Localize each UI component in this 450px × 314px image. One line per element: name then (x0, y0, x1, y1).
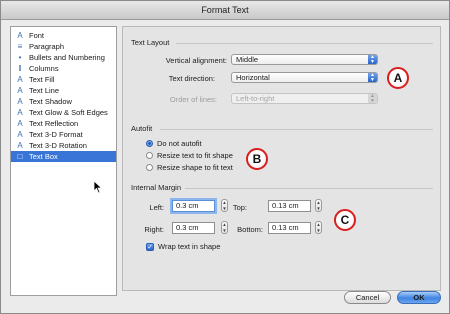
top-margin-field[interactable]: 0.13 cm (268, 200, 311, 212)
sidebar-item-text-box[interactable]: □ Text Box (11, 151, 116, 162)
sidebar-item-text-fill[interactable]: A Text Fill (11, 74, 116, 85)
text-shadow-icon: A (17, 97, 23, 106)
text-layout-heading: Text Layout (131, 38, 170, 47)
sidebar-item-label: Text 3-D Format (29, 130, 83, 139)
text-3d-format-icon: A (17, 130, 23, 139)
internal-margin-heading: Internal Margin (131, 183, 182, 192)
right-margin-label: Right: (144, 225, 164, 234)
ok-button[interactable]: OK (397, 291, 441, 304)
paragraph-icon: ≡ (17, 42, 23, 51)
callout-a: A (387, 67, 409, 89)
text-direction-select[interactable]: Horizontal ▲ ▼ (231, 72, 378, 83)
callout-c: C (334, 209, 356, 231)
sidebar-item-paragraph[interactable]: ≡ Paragraph (11, 41, 116, 52)
sidebar-item-label: Text Box (29, 152, 58, 161)
text-direction-value: Horizontal (236, 73, 270, 82)
section-divider (185, 188, 433, 189)
top-margin-label: Top: (232, 203, 247, 212)
radio-indicator (146, 140, 153, 147)
sidebar-item-text-shadow[interactable]: A Text Shadow (11, 96, 116, 107)
autofit-heading: Autofit (131, 124, 153, 133)
font-icon: A (17, 31, 23, 40)
sidebar-item-label: Font (29, 31, 45, 40)
sidebar-item-label: Text Line (29, 86, 60, 95)
stepper-arrows-icon: ▲ ▼ (368, 94, 377, 103)
text-glow-icon: A (17, 108, 23, 117)
sidebar-item-bullets[interactable]: • Bullets and Numbering (11, 52, 116, 63)
sidebar-item-label: Text 3-D Rotation (29, 141, 87, 150)
sidebar-item-label: Bullets and Numbering (29, 53, 105, 62)
callout-b: B (246, 148, 268, 170)
bottom-margin-label: Bottom: (237, 225, 263, 234)
sidebar-item-label: Paragraph (29, 42, 65, 51)
vertical-alignment-value: Middle (236, 55, 259, 64)
text-fill-icon: A (17, 75, 23, 84)
settings-panel: Text Layout Vertical alignment: Middle ▲… (122, 26, 441, 291)
order-of-lines-label: Order of lines: (169, 95, 217, 104)
text-3d-rotation-icon: A (17, 141, 23, 150)
sidebar-item-text-line[interactable]: A Text Line (11, 85, 116, 96)
cancel-button[interactable]: Cancel (344, 291, 391, 304)
left-margin-field[interactable]: 0.3 cm (172, 200, 215, 212)
stepper-arrows-icon: ▲ ▼ (368, 73, 377, 82)
left-margin-stepper[interactable]: ▲ ▼ (221, 199, 228, 212)
vertical-alignment-select[interactable]: Middle ▲ ▼ (231, 54, 378, 65)
text-direction-label: Text direction: (168, 74, 215, 83)
radio-label: Do not autofit (157, 139, 202, 148)
radio-label: Resize text to fit shape (157, 151, 233, 160)
order-of-lines-value: Left-to-right (236, 94, 275, 103)
section-divider (160, 129, 433, 130)
radio-indicator (146, 152, 153, 159)
text-reflection-icon: A (17, 119, 23, 128)
section-divider (176, 43, 433, 44)
radio-indicator (146, 164, 153, 171)
radio-label: Resize shape to fit text (157, 163, 233, 172)
sidebar-item-label: Text Glow & Soft Edges (29, 108, 108, 117)
sidebar-item-label: Text Fill (29, 75, 55, 84)
sidebar-item-text-glow[interactable]: A Text Glow & Soft Edges (11, 107, 116, 118)
text-line-icon: A (17, 86, 23, 95)
order-of-lines-select[interactable]: Left-to-right ▲ ▼ (231, 93, 378, 104)
bullets-icon: • (18, 53, 22, 62)
stepper-arrows-icon: ▲ ▼ (368, 55, 377, 64)
left-margin-label: Left: (149, 203, 164, 212)
bottom-margin-stepper[interactable]: ▲ ▼ (315, 221, 322, 234)
sidebar-item-font[interactable]: A Font (11, 30, 116, 41)
vertical-alignment-label: Vertical alignment: (165, 56, 227, 65)
sidebar-item-text-3d-format[interactable]: A Text 3-D Format (11, 129, 116, 140)
category-list: A Font ≡ Paragraph • Bullets and Numberi… (10, 26, 117, 296)
window-title: Format Text (1, 1, 449, 20)
sidebar-item-label: Text Reflection (29, 119, 79, 128)
columns-icon: ‖ (18, 64, 22, 73)
right-margin-field[interactable]: 0.3 cm (172, 222, 215, 234)
format-text-dialog: Format Text A Font ≡ Paragraph • Bullets… (0, 0, 450, 314)
top-margin-stepper[interactable]: ▲ ▼ (315, 199, 322, 212)
text-box-icon: □ (17, 152, 23, 161)
bottom-margin-field[interactable]: 0.13 cm (268, 222, 311, 234)
sidebar-item-columns[interactable]: ‖ Columns (11, 63, 116, 74)
mouse-cursor-icon (93, 180, 103, 194)
sidebar-item-text-reflection[interactable]: A Text Reflection (11, 118, 116, 129)
sidebar-item-text-3d-rotation[interactable]: A Text 3-D Rotation (11, 140, 116, 151)
checkmark-icon: ✓ (146, 243, 154, 251)
sidebar-item-label: Text Shadow (29, 97, 72, 106)
sidebar-item-label: Columns (29, 64, 59, 73)
wrap-text-label: Wrap text in shape (158, 242, 221, 251)
